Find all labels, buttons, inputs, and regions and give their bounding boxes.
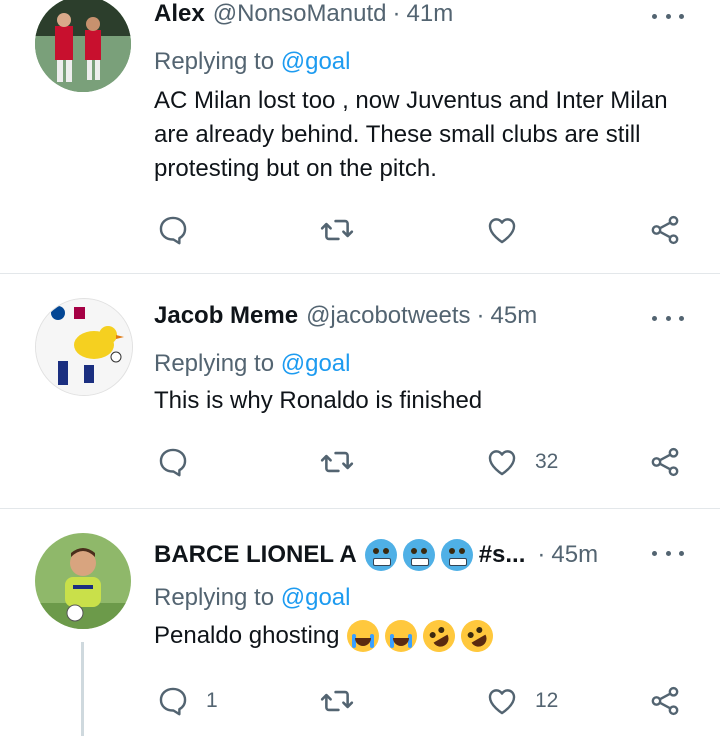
reply-button[interactable]: 1	[156, 683, 218, 719]
tweet-actions: 1 12	[154, 683, 694, 719]
replying-to: Replying to @goal	[154, 350, 351, 378]
tweet[interactable]: Jacob Meme @jacobotweets · 45m Replying …	[0, 274, 720, 506]
share-button[interactable]	[648, 683, 682, 719]
cold-face-emoji	[440, 539, 473, 571]
mention-link[interactable]: @goal	[281, 48, 351, 75]
replying-to: Replying to @goal	[154, 584, 351, 612]
avatar[interactable]	[35, 533, 131, 629]
more-icon[interactable]	[652, 6, 684, 26]
separator: ·	[392, 0, 401, 27]
loudly-crying-face-emoji	[347, 620, 380, 652]
display-name-suffix[interactable]: #s...	[479, 541, 526, 569]
tweet[interactable]: Alex @NonsoManutd · 41m Replying to @goa…	[0, 0, 720, 272]
thread-line	[81, 642, 84, 736]
share-icon	[651, 686, 679, 716]
mention-link[interactable]: @goal	[281, 350, 351, 377]
rolling-on-floor-laughing-emoji	[417, 614, 462, 658]
timestamp[interactable]: 45m	[551, 541, 598, 569]
like-button[interactable]: 12	[485, 683, 558, 719]
replying-prefix: Replying to	[154, 584, 275, 611]
like-button[interactable]	[485, 212, 535, 248]
share-button[interactable]	[648, 212, 682, 248]
more-icon[interactable]	[652, 308, 684, 328]
reply-count: 1	[206, 689, 218, 712]
tweet-actions: 32	[154, 444, 694, 480]
separator: ·	[476, 302, 485, 329]
avatar[interactable]	[35, 0, 131, 92]
avatar[interactable]	[35, 298, 133, 396]
display-name[interactable]: Alex	[154, 0, 205, 28]
timestamp[interactable]: 41m	[407, 0, 454, 28]
tweet-text-row: Penaldo ghosting	[154, 614, 694, 658]
tweet-text: Penaldo ghosting	[154, 622, 340, 649]
rolling-on-floor-laughing-emoji	[455, 614, 500, 658]
replying-prefix: Replying to	[154, 350, 275, 377]
retweet-icon	[320, 219, 354, 241]
like-count: 32	[535, 450, 559, 473]
replying-to: Replying to @goal	[154, 48, 351, 76]
mention-link[interactable]: @goal	[281, 584, 351, 611]
retweet-button[interactable]	[320, 683, 370, 719]
reply-icon	[159, 216, 187, 245]
more-icon[interactable]	[652, 543, 684, 563]
retweet-icon	[320, 690, 354, 712]
display-name[interactable]: Jacob Meme	[154, 302, 298, 330]
retweet-icon	[320, 451, 354, 473]
display-name[interactable]: BARCE LIONEL A	[154, 541, 357, 569]
user-handle[interactable]: @NonsoManutd	[213, 0, 387, 28]
heart-icon	[488, 689, 516, 715]
tweet-actions	[154, 212, 694, 248]
reply-icon	[159, 687, 187, 716]
replying-prefix: Replying to	[154, 48, 275, 75]
retweet-button[interactable]	[320, 444, 370, 480]
share-icon	[651, 215, 679, 245]
user-handle[interactable]: @jacobotweets	[306, 302, 470, 330]
separator: ·	[537, 541, 546, 568]
share-icon	[651, 447, 679, 477]
tweet[interactable]: BARCE LIONEL A #s... · 45m Replying to @…	[0, 509, 720, 736]
reply-button[interactable]	[156, 212, 206, 248]
heart-icon	[488, 450, 516, 476]
like-count: 12	[535, 689, 559, 712]
like-button[interactable]: 32	[485, 444, 558, 480]
tweet-text: AC Milan lost too , now Juventus and Int…	[154, 87, 668, 182]
heart-icon	[488, 218, 516, 244]
tweet-text: This is why Ronaldo is finished	[154, 387, 483, 414]
reply-button[interactable]	[156, 444, 206, 480]
timestamp[interactable]: 45m	[491, 302, 538, 330]
reply-icon	[159, 448, 187, 477]
cold-face-emoji	[402, 539, 435, 571]
retweet-button[interactable]	[320, 212, 370, 248]
share-button[interactable]	[648, 444, 682, 480]
loudly-crying-face-emoji	[385, 620, 418, 652]
cold-face-emoji	[364, 539, 397, 571]
